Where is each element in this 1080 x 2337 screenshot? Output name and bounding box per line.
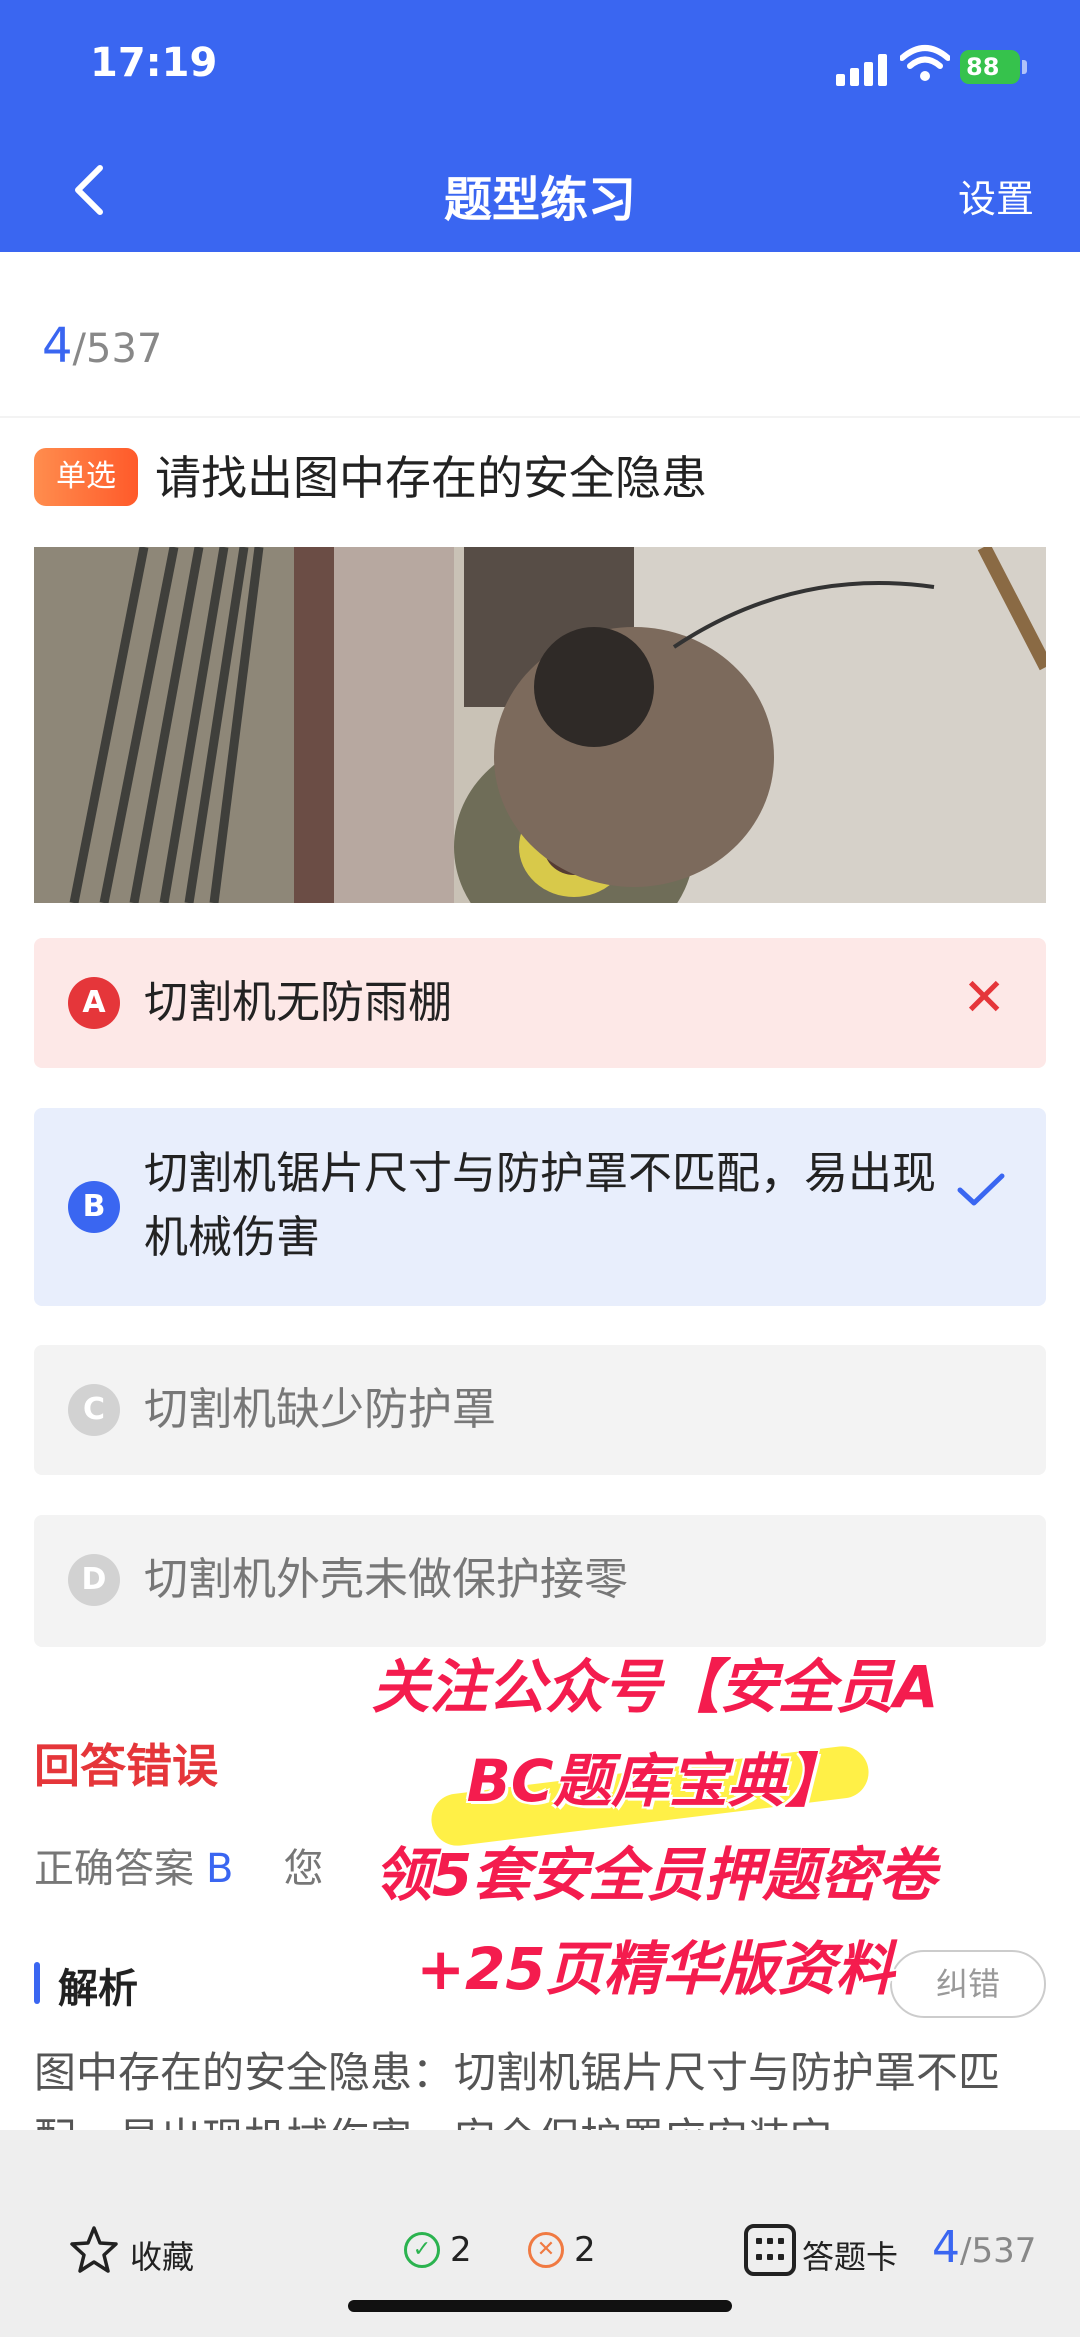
settings-button[interactable]: 设置: [958, 168, 1034, 223]
home-indicator: [348, 2300, 732, 2312]
counter-current: 4: [42, 318, 73, 374]
correct-answer-value: B: [206, 1846, 234, 1892]
wifi-icon: [900, 45, 950, 81]
promo-line: BC题库宝典】: [466, 1747, 844, 1815]
top-bar: 17:19 88 题型练习 设置: [0, 0, 1080, 252]
page-title: 题型练习: [443, 172, 636, 228]
option-b[interactable]: B 切割机锯片尺寸与防护罩不匹配，易出现机械伤害: [34, 1108, 1046, 1306]
question-text: 请找出图中存在的安全隐患: [155, 451, 707, 505]
check-circle-icon: ✓: [404, 2232, 440, 2268]
option-letter: D: [68, 1554, 120, 1606]
nav-bar: 题型练习 设置: [0, 130, 1080, 252]
status-bar: 17:19 88: [0, 0, 1080, 130]
option-d[interactable]: D 切割机外壳未做保护接零: [34, 1515, 1046, 1647]
option-letter: C: [68, 1384, 120, 1436]
counter-total: /537: [72, 326, 163, 372]
cellular-signal-icon: [836, 52, 890, 86]
option-text: 切割机外壳未做保护接零: [144, 1554, 628, 1605]
promo-line: +25页精华版资料: [416, 1935, 894, 2003]
bottom-counter-current: 4: [932, 2222, 960, 2273]
status-time: 17:19: [90, 40, 218, 86]
correct-answer-label: 正确答案: [34, 1846, 194, 1892]
option-c[interactable]: C 切割机缺少防护罩: [34, 1345, 1046, 1475]
question-type-badge: 单选: [34, 448, 138, 506]
correct-count-value: 2: [450, 2230, 472, 2270]
wrong-cross-icon: ✕: [962, 968, 1006, 1028]
option-text: 切割机无防雨棚: [144, 977, 452, 1028]
answer-card-label: 答题卡: [802, 2238, 899, 2276]
battery-level: 88: [966, 53, 1000, 81]
result-status: 回答错误: [34, 1739, 218, 1793]
option-text: 切割机锯片尺寸与防护罩不匹配，易出现机械伤害: [144, 1148, 936, 1263]
x-circle-icon: ✕: [528, 2232, 564, 2268]
bottom-counter-total: /537: [960, 2231, 1037, 2271]
analysis-text: 图中存在的安全隐患：切割机锯片尺寸与防护罩不匹配，易出现机械伤害。安全保护罩应安…: [34, 2048, 1001, 2130]
battery-tip: [1022, 60, 1027, 74]
analysis-accent-bar: [34, 1962, 40, 2004]
promo-line: 关注公众号【安全员A: [371, 1653, 939, 1721]
option-a[interactable]: A 切割机无防雨棚 ✕: [34, 938, 1046, 1068]
correct-check-icon: [957, 1173, 1005, 1206]
question-counter: 4/537: [42, 318, 162, 374]
divider: [0, 416, 1080, 418]
favorite-label: 收藏: [130, 2238, 195, 2276]
analysis-title: 解析: [58, 1966, 138, 2012]
option-letter: B: [68, 1181, 120, 1233]
promo-line: 领5套安全员押题密卷: [373, 1841, 937, 1909]
grid-icon: [744, 2224, 796, 2276]
option-text: 切割机缺少防护罩: [144, 1384, 496, 1435]
star-icon: [70, 2226, 118, 2273]
option-letter: A: [68, 977, 120, 1029]
promo-overlay: 关注公众号【安全员A BC题库宝典】 领5套安全员押题密卷 +25页精华版资料: [270, 1640, 1040, 2016]
wrong-count-value: 2: [574, 2230, 596, 2270]
question-photo[interactable]: [34, 547, 1046, 903]
battery-icon: 88: [960, 50, 1020, 84]
bottom-counter: 4/537: [932, 2222, 1036, 2273]
